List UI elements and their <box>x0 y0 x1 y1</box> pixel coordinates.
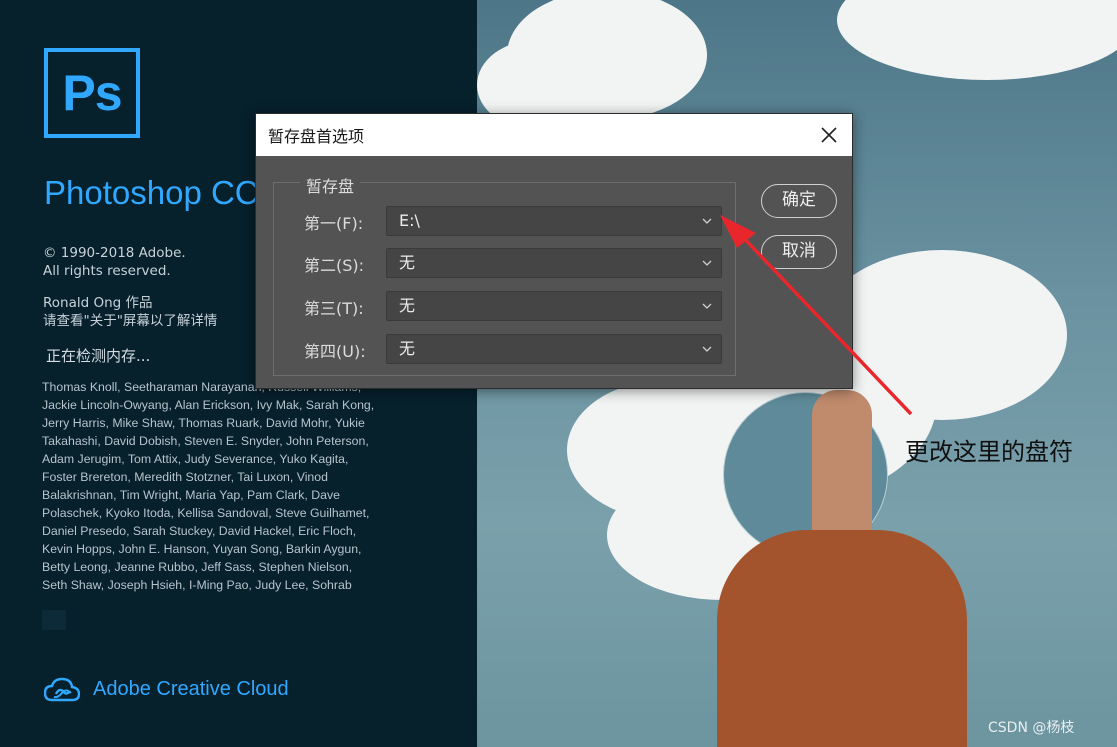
copyright-line-1: © 1990-2018 Adobe. <box>43 245 186 261</box>
drive-row-third: 第三(T): 无 <box>304 291 724 321</box>
scratch-disk-group-label: 暂存盘 <box>300 173 361 197</box>
ok-button[interactable]: 确定 <box>761 184 837 218</box>
drive-label-first: 第一(F): <box>304 214 364 233</box>
close-icon <box>821 127 837 143</box>
drive-select-third[interactable]: 无 <box>386 291 722 321</box>
drive-select-second[interactable]: 无 <box>386 248 722 278</box>
copyright-line-2: All rights reserved. <box>43 263 171 279</box>
cancel-button[interactable]: 取消 <box>761 235 837 269</box>
drive-select-value: 无 <box>399 253 416 272</box>
photoshop-logo-icon: Ps <box>44 48 140 138</box>
drive-select-first[interactable]: E:\ <box>386 206 722 236</box>
drive-label-fourth: 第四(U): <box>304 342 366 361</box>
drive-select-fourth[interactable]: 无 <box>386 334 722 364</box>
copyright: © 1990-2018 Adobe. All rights reserved. <box>43 244 186 280</box>
drive-row-second: 第二(S): 无 <box>304 248 724 278</box>
scratch-disk-dialog: 暂存盘首选项 暂存盘 第一(F): E:\ 第二(S): 无 第三(T): 无 … <box>255 113 853 389</box>
drive-row-first: 第一(F): E:\ <box>304 206 724 236</box>
cloud-top-right <box>837 0 1117 80</box>
credits-list: Thomas Knoll, Seetharaman Narayanan, Rus… <box>42 380 375 592</box>
dialog-title: 暂存盘首选项 <box>268 127 365 146</box>
annotation-text: 更改这里的盘符 <box>905 438 1073 466</box>
drive-select-value: 无 <box>399 296 416 315</box>
person-figure <box>717 530 967 747</box>
chevron-down-icon <box>702 303 712 309</box>
creative-cloud-icon <box>44 677 80 702</box>
watermark: CSDN @杨枝 <box>988 720 1075 736</box>
splash-decor-block <box>42 610 66 630</box>
drive-select-value: 无 <box>399 339 416 358</box>
author-credit: Ronald Ong 作品 请查看"关于"屏幕以了解详情 <box>43 294 217 330</box>
chevron-down-icon <box>702 218 712 224</box>
chevron-down-icon <box>702 346 712 352</box>
drive-label-second: 第二(S): <box>304 256 365 275</box>
chevron-down-icon <box>702 260 712 266</box>
author-line-2: 请查看"关于"屏幕以了解详情 <box>43 313 218 329</box>
close-button[interactable] <box>812 118 846 152</box>
creative-cloud-label: Adobe Creative Cloud <box>93 678 289 700</box>
author-line-1: Ronald Ong 作品 <box>43 295 153 311</box>
loading-status: 正在检测内存... <box>46 347 151 365</box>
product-name: Photoshop CC <box>44 174 259 211</box>
drive-label-third: 第三(T): <box>304 299 364 318</box>
drive-row-fourth: 第四(U): 无 <box>304 334 724 364</box>
drive-select-value: E:\ <box>399 211 420 230</box>
dialog-titlebar[interactable]: 暂存盘首选项 <box>256 114 852 156</box>
